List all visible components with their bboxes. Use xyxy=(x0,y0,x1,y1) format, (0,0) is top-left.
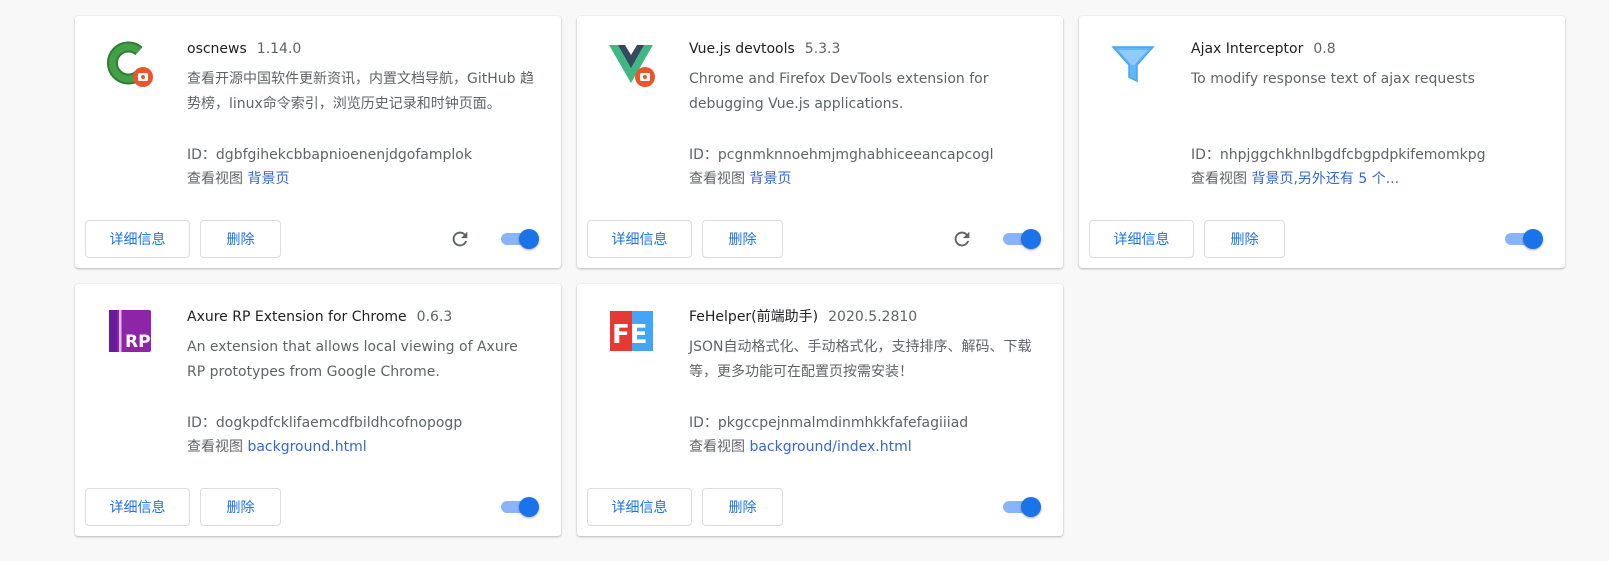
extension-version: 5.3.3 xyxy=(804,41,841,57)
extension-card-fehelper: FE FeHelper(前端助手) 2020.5.2810 JSON自动格式化、手… xyxy=(577,284,1063,536)
extension-description: 查看开源中国软件更新资讯，内置文档导航，GitHub 趋势榜，linux命令索引… xyxy=(187,71,534,112)
id-label: ID： xyxy=(187,415,216,431)
axure-rp-logo-icon: RP xyxy=(105,307,153,355)
svg-text:FE: FE xyxy=(612,320,648,350)
remove-button[interactable]: 删除 xyxy=(1204,220,1285,258)
reload-icon[interactable] xyxy=(951,228,973,250)
extension-description: An extension that allows local viewing o… xyxy=(187,339,518,380)
inspect-views-label: 查看视图 xyxy=(187,439,243,455)
extension-version: 0.6.3 xyxy=(416,309,453,325)
inspect-view-link[interactable]: 背景页 xyxy=(749,171,791,187)
extension-id: dgbfgihekcbbapnioenenjdgofamplok xyxy=(215,147,472,163)
extension-id: pcgnmknnoehmjmghabhiceeancapcogl xyxy=(717,147,994,163)
details-button[interactable]: 详细信息 xyxy=(85,220,190,258)
id-label: ID： xyxy=(689,147,718,163)
toggle-knob xyxy=(1021,497,1041,517)
extension-version: 2020.5.2810 xyxy=(828,309,918,325)
remove-button[interactable]: 删除 xyxy=(200,220,281,258)
inspect-views-label: 查看视图 xyxy=(187,171,243,187)
enable-toggle[interactable] xyxy=(1001,229,1041,249)
inspect-view-link[interactable]: background.html xyxy=(247,439,366,455)
extension-card-ajax-interceptor: Ajax Interceptor 0.8 To modify response t… xyxy=(1079,16,1565,268)
inspect-views-label: 查看视图 xyxy=(689,171,745,187)
svg-text:RP: RP xyxy=(125,332,151,352)
toggle-knob xyxy=(519,229,539,249)
extension-name: oscnews xyxy=(187,41,247,57)
toggle-knob xyxy=(519,497,539,517)
extension-name: Vue.js devtools xyxy=(689,41,795,57)
funnel-icon xyxy=(1109,39,1157,87)
extension-id: nhpjggchkhnlbgdfcbgpdpkifemomkpg xyxy=(1219,147,1486,163)
inspect-views-label: 查看视图 xyxy=(689,439,745,455)
id-label: ID： xyxy=(187,147,216,163)
fehelper-logo-icon: FE xyxy=(607,307,655,355)
toggle-knob xyxy=(1523,229,1543,249)
remove-button[interactable]: 删除 xyxy=(200,488,281,526)
vue-logo-icon xyxy=(607,39,655,87)
remove-button[interactable]: 删除 xyxy=(702,220,783,258)
enable-toggle[interactable] xyxy=(1503,229,1543,249)
inspect-view-link[interactable]: 背景页 xyxy=(247,171,289,187)
extension-version: 1.14.0 xyxy=(256,41,302,57)
extension-card-vue-devtools: Vue.js devtools 5.3.3 Chrome and Firefox … xyxy=(577,16,1063,268)
extension-name: Ajax Interceptor xyxy=(1191,41,1304,57)
oscnews-logo-icon xyxy=(105,39,153,87)
extension-id: pkgccpejnmalmdinmhkkfafefagiiiad xyxy=(717,415,969,431)
extension-card-axure-rp: RP Axure RP Extension for Chrome 0.6.3 An… xyxy=(75,284,561,536)
details-button[interactable]: 详细信息 xyxy=(1089,220,1194,258)
extension-name: FeHelper(前端助手) xyxy=(689,309,819,325)
inspect-view-link[interactable]: 背景页,另外还有 5 个... xyxy=(1251,171,1399,187)
details-button[interactable]: 详细信息 xyxy=(587,488,692,526)
id-label: ID： xyxy=(1191,147,1220,163)
extension-description: Chrome and Firefox DevTools extension fo… xyxy=(689,71,989,112)
extension-version: 0.8 xyxy=(1313,41,1336,57)
enable-toggle[interactable] xyxy=(499,229,539,249)
id-label: ID： xyxy=(689,415,718,431)
remove-button[interactable]: 删除 xyxy=(702,488,783,526)
details-button[interactable]: 详细信息 xyxy=(85,488,190,526)
inspect-view-link[interactable]: background/index.html xyxy=(749,439,911,455)
inspect-views-label: 查看视图 xyxy=(1191,171,1247,187)
details-button[interactable]: 详细信息 xyxy=(587,220,692,258)
extension-id: dogkpdfcklifaemcdfbildhcofnopogp xyxy=(215,415,463,431)
extension-description: JSON自动格式化、手动格式化，支持排序、解码、下载等，更多功能可在配置页按需安… xyxy=(689,339,1032,380)
extension-card-oscnews: oscnews 1.14.0 查看开源中国软件更新资讯，内置文档导航，GitHub… xyxy=(75,16,561,268)
reload-icon[interactable] xyxy=(449,228,471,250)
toggle-knob xyxy=(1021,229,1041,249)
enable-toggle[interactable] xyxy=(1001,497,1041,517)
enable-toggle[interactable] xyxy=(499,497,539,517)
extension-description: To modify response text of ajax requests xyxy=(1191,71,1475,87)
extension-name: Axure RP Extension for Chrome xyxy=(187,309,407,325)
